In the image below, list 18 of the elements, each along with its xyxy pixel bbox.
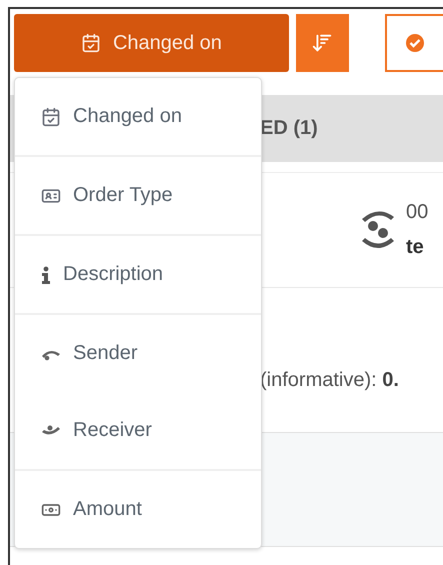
order-detail: (informative): 0. xyxy=(260,368,399,392)
order-title: te xyxy=(406,236,425,259)
sort-option[interactable]: Receiver xyxy=(15,392,261,469)
sort-by-button[interactable]: Changed on xyxy=(14,14,289,72)
sort-option[interactable]: Order Type xyxy=(15,157,261,234)
check-circle-icon xyxy=(404,33,425,53)
sort-option[interactable]: Changed on xyxy=(15,78,261,155)
sort-option[interactable]: Sender xyxy=(15,315,261,392)
list-header: ED (1) xyxy=(260,117,318,140)
calendar-icon xyxy=(80,33,101,53)
sort-option[interactable]: Amount xyxy=(15,471,261,548)
sort-icon xyxy=(311,32,334,54)
calendar-icon xyxy=(41,106,61,126)
order-number: 00 xyxy=(406,201,428,224)
sort-option[interactable]: Description xyxy=(15,236,261,313)
filter-button[interactable] xyxy=(384,14,443,72)
info-icon xyxy=(41,266,51,284)
sort-direction-button[interactable] xyxy=(296,14,349,72)
